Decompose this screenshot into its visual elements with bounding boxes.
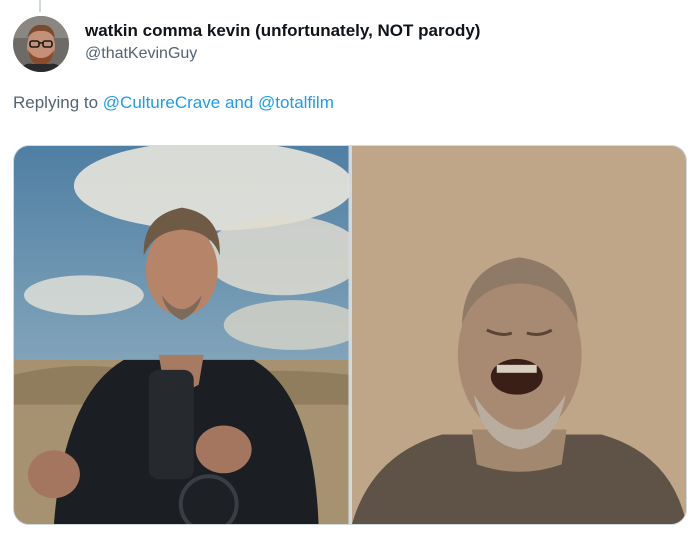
author-avatar[interactable] xyxy=(13,16,69,72)
mention-link-totalfilm[interactable]: @totalfilm xyxy=(258,93,334,112)
media-photo-1[interactable] xyxy=(14,146,349,524)
reply-context: Replying to @CultureCrave and @totalfilm xyxy=(13,92,334,114)
profile-avatar-icon xyxy=(13,16,69,72)
replying-to-label: Replying to xyxy=(13,93,99,112)
author-handle[interactable]: @thatKevinGuy xyxy=(85,43,480,65)
mention-link-culturecrave[interactable]: @CultureCrave xyxy=(103,93,220,112)
man-with-camera-photo-icon xyxy=(14,146,349,524)
thread-connector-line xyxy=(39,0,41,12)
author-block: watkin comma kevin (unfortunately, NOT p… xyxy=(85,20,480,65)
media-photo-2[interactable] xyxy=(351,146,686,524)
mention-conjunction: and xyxy=(224,93,254,112)
author-display-name[interactable]: watkin comma kevin (unfortunately, NOT p… xyxy=(85,20,480,42)
media-grid xyxy=(13,145,687,525)
man-screaming-photo-icon xyxy=(351,146,686,524)
